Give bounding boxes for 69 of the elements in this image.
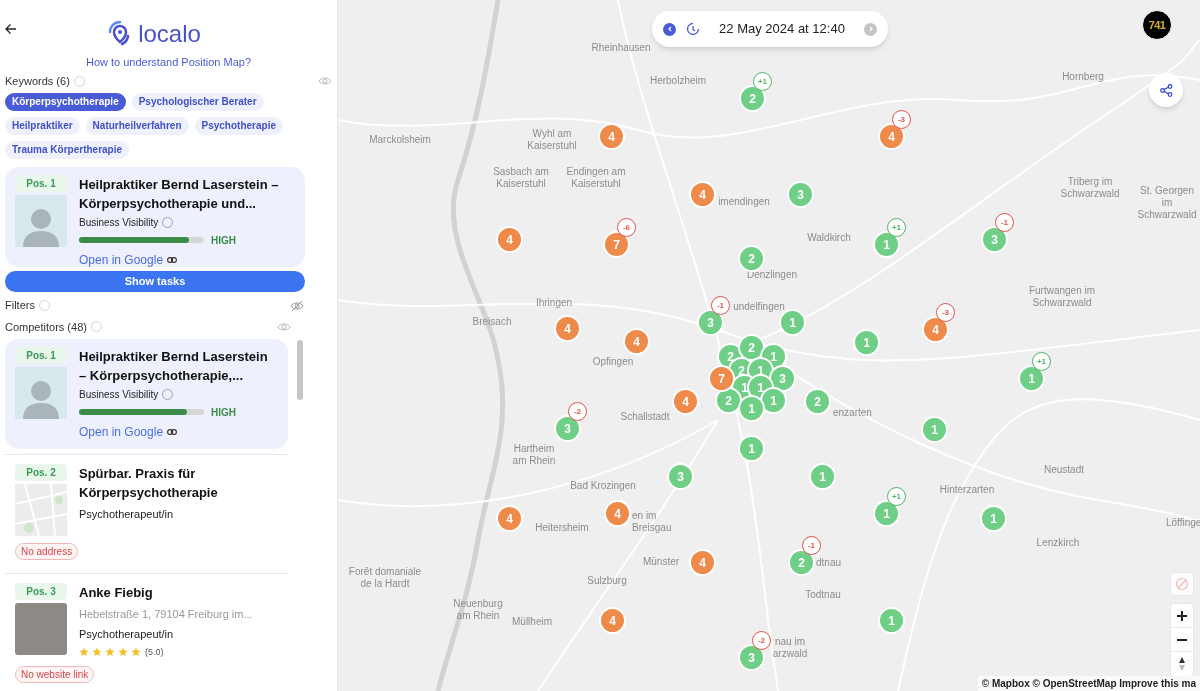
visibility-rating: HIGH	[211, 233, 236, 248]
place-label: Bad Krozingen	[570, 480, 636, 492]
place-label: Triberg im Schwarzwald	[1059, 176, 1121, 200]
place-label: Lenzkirch	[1036, 537, 1080, 549]
change-badge: +1	[887, 218, 906, 237]
place-label: Münster	[642, 556, 680, 568]
position-badge: Pos. 3	[15, 582, 67, 600]
place-label: Neuenburg am Rhein	[452, 598, 504, 622]
label: Business Visibility	[79, 215, 159, 230]
section-title: Keywords (6)	[5, 73, 70, 89]
change-badge: -6	[617, 218, 636, 237]
change-badge: -1	[711, 296, 730, 315]
place-label: Neustadt	[1044, 464, 1084, 476]
section-title: Filters	[5, 298, 35, 314]
change-badge: +1	[887, 487, 906, 506]
category: Psychotherapeut/in	[79, 506, 175, 522]
date-text: 22 May 2024 at 12:40	[718, 20, 846, 39]
warning-tag: No address	[15, 542, 79, 560]
address: Hebelstraße 1, 79104 Freiburg im...	[79, 606, 253, 622]
place-label: Ihringen	[535, 297, 573, 309]
place-label: Hartheim am Rhein	[511, 443, 557, 467]
place-label: imendingen	[718, 196, 770, 208]
place-label: Heitersheim	[535, 522, 589, 534]
place-label: Furtwangen im Schwarzwald	[1027, 285, 1097, 309]
place-label: enzarten	[833, 407, 872, 419]
change-badge: -3	[892, 110, 911, 129]
change-badge: -1	[802, 536, 821, 555]
warning-tag: No website link	[15, 666, 95, 683]
place-label: nau im arzwald	[771, 636, 809, 660]
place-label: Denzlingen	[747, 269, 797, 281]
place-label: Hinterzarten	[939, 484, 995, 496]
rating-value: (5.0)	[145, 645, 164, 659]
logo-text: localo	[138, 21, 201, 46]
place-label: dtnau	[816, 557, 842, 569]
place-label: Endingen am Kaiserstuhl	[565, 166, 627, 190]
position-badge: Pos. 1	[15, 346, 67, 364]
label: Business Visibility	[79, 387, 159, 402]
place-label: en im Breisgau	[632, 510, 673, 534]
place-label: Marckolsheim	[369, 134, 431, 146]
place-label: Breisach	[472, 316, 512, 328]
place-label: Waldkirch	[807, 232, 851, 244]
place-label: Rheinhausen	[591, 42, 651, 54]
place-label: Todtnau	[805, 589, 841, 601]
change-badge: -2	[568, 402, 587, 421]
change-badge: -3	[936, 303, 955, 322]
change-badge: -2	[752, 631, 771, 650]
visibility-rating: HIGH	[211, 405, 236, 420]
place-label: Forêt domaniale de la Hardt	[347, 566, 423, 590]
place-label: Müllheim	[512, 616, 552, 628]
place-label: Löffinge	[1166, 517, 1200, 529]
competitor-name: Anke Fiebig	[79, 583, 154, 602]
section-title: Competitors (48)	[5, 319, 87, 335]
place-label: Sulzburg	[587, 575, 627, 587]
change-badge: -1	[995, 213, 1014, 232]
place-label: Sasbach am Kaiserstuhl	[492, 166, 550, 190]
business-title: Heilpraktiker Bernd Laserstein – Körperpsychotherapie und...	[79, 175, 280, 213]
position-badge: Pos. 2	[15, 463, 67, 481]
place-label: Wyhl am Kaiserstuhl	[526, 128, 578, 152]
change-badge: +1	[753, 72, 772, 91]
position-badge: Pos. 1	[15, 174, 67, 192]
place-label: Opfingen	[592, 356, 634, 368]
change-badge: +1	[1032, 352, 1051, 371]
place-label: Schallstadt	[620, 411, 670, 423]
category: Psychotherapeut/in	[79, 627, 175, 642]
competitor-name: Heilpraktiker Bernd Laserstein – Körperpsychotherapie,...	[79, 347, 269, 385]
competitor-name: Spürbar. Praxis für Körperpsychotherapie	[79, 464, 219, 502]
place-label: St. Georgen im Schwarzwald	[1136, 185, 1198, 221]
place-label: Hornberg	[1062, 71, 1104, 83]
place-label: Herbolzheim	[649, 75, 707, 87]
